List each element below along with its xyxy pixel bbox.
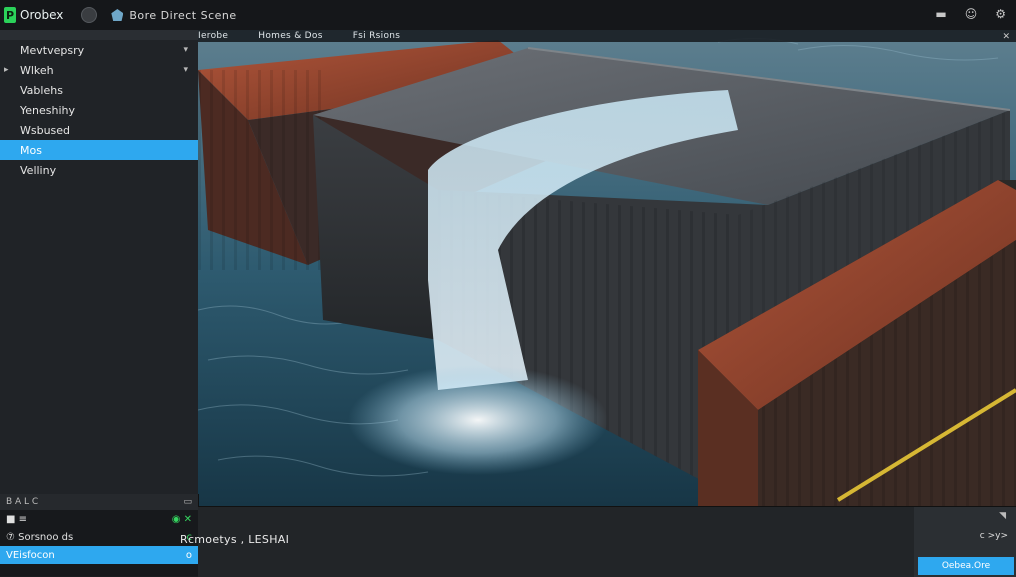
- apply-button[interactable]: Oebea.Ore: [918, 557, 1014, 575]
- outliner-list: Mevtvepsry ▾ ▸ Wlkeh ▾ Vablehs Yeneshihy Wsbuse…: [0, 40, 198, 180]
- chevron-down-icon[interactable]: ▾: [183, 45, 188, 55]
- outliner-item[interactable]: Yeneshihy: [0, 100, 198, 120]
- viewport-tab[interactable]: Ierobe: [198, 31, 228, 41]
- panel-menu-icon[interactable]: ▭: [183, 497, 192, 507]
- layer-row-left: VEisfocon: [6, 549, 55, 561]
- viewport-tab[interactable]: Fsi Rsions: [353, 31, 401, 41]
- outliner-item-label: Wsbused: [20, 123, 71, 137]
- outliner-item[interactable]: Mos: [0, 140, 198, 160]
- properties-side: ◥ c >y> Oebea.Ore: [914, 507, 1016, 577]
- close-icon[interactable]: ✕: [1002, 32, 1010, 42]
- minimize-button[interactable]: ▬: [935, 7, 946, 21]
- app-name: Orobex: [20, 8, 64, 22]
- outliner-item-label: Velliny: [20, 163, 57, 177]
- window-controls: ▬ ☺ ⚙: [935, 7, 1006, 21]
- app-logo[interactable]: P Orobex: [4, 7, 63, 23]
- outliner-item[interactable]: Mevtvepsry ▾: [0, 40, 198, 60]
- viewport-tab[interactable]: Homes & Dos: [258, 31, 322, 41]
- outliner-item[interactable]: Wsbused: [0, 120, 198, 140]
- layer-row-status: o: [185, 549, 192, 561]
- app-logo-icon: P: [4, 7, 16, 23]
- layer-row-selected[interactable]: VEisfocon o: [0, 546, 198, 564]
- layers-header-label: B A L C: [6, 497, 39, 507]
- properties-value: c >y>: [979, 531, 1008, 541]
- layers-panel: B A L C ▭ ■ ≡ ◉ ✕ ⑦ Sorsnoo ds c VEisfoc…: [0, 494, 199, 576]
- layer-row[interactable]: ■ ≡ ◉ ✕: [0, 510, 198, 528]
- outliner-item[interactable]: ▸ Wlkeh ▾: [0, 60, 198, 80]
- chevron-down-icon[interactable]: ▾: [183, 65, 188, 75]
- scene-render: [198, 30, 1016, 506]
- outliner-item-label: Mevtvepsry: [20, 43, 85, 57]
- scene-title: Bore Direct Scene: [129, 8, 237, 22]
- outliner-item[interactable]: Velliny: [0, 160, 198, 180]
- properties-label: Rcmoetys , LESHAI: [180, 533, 290, 546]
- layer-row-status: ◉ ✕: [171, 513, 192, 525]
- scene-viewport[interactable]: Ierobe Homes & Dos Fsi Rsions ✕: [198, 30, 1016, 506]
- outliner-item[interactable]: Vablehs: [0, 80, 198, 100]
- layer-row-left: ⑦ Sorsnoo ds: [6, 531, 74, 543]
- settings-icon[interactable]: ⚙: [995, 7, 1006, 21]
- layer-row-left: ■ ≡: [6, 513, 28, 525]
- expand-arrow-icon[interactable]: ▸: [4, 65, 9, 75]
- viewport-toolbar: Ierobe Homes & Dos Fsi Rsions: [198, 30, 1016, 42]
- scene-icon: [111, 9, 124, 21]
- properties-bar: Rcmoetys , LESHAI ◥ c >y> Oebea.Ore: [180, 506, 1016, 577]
- layer-row[interactable]: ⑦ Sorsnoo ds c: [0, 528, 198, 546]
- corner-icon: ◥: [999, 511, 1006, 521]
- outliner-panel: Mevtvepsry ▾ ▸ Wlkeh ▾ Vablehs Yeneshihy Wsbuse…: [0, 30, 199, 506]
- layers-header: B A L C ▭: [0, 494, 198, 510]
- account-icon[interactable]: ☺: [965, 7, 978, 21]
- outliner-item-label: Vablehs: [20, 83, 63, 97]
- outliner-item-label: Yeneshihy: [20, 103, 76, 117]
- panel-header: [0, 30, 198, 40]
- outliner-item-label: Mos: [20, 143, 42, 157]
- outliner-item-label: Wlkeh: [20, 63, 54, 77]
- title-bar: P Orobex Bore Direct Scene ▬ ☺ ⚙: [0, 0, 1016, 30]
- record-button[interactable]: [81, 7, 98, 23]
